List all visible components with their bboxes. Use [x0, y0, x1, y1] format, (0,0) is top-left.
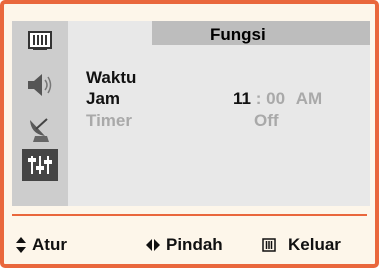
section-label-waktu: Waktu: [86, 68, 137, 87]
picture-icon: [28, 31, 52, 50]
timer-value[interactable]: Off: [254, 111, 279, 131]
satellite-dish-icon: [30, 118, 49, 142]
menu-icon: [262, 238, 276, 252]
timer-label[interactable]: Timer: [86, 111, 132, 131]
clock-value[interactable]: 11 : 00 AM: [233, 89, 322, 109]
footer-divider: [12, 214, 367, 216]
menu-panel: Fungsi Waktu Jam 11 : 00 AM Timer Off: [12, 21, 370, 206]
clock-label[interactable]: Jam: [86, 89, 120, 109]
clock-ampm[interactable]: AM: [296, 89, 322, 108]
clock-hour[interactable]: 11: [233, 89, 251, 108]
footer-exit-label: Keluar: [288, 235, 341, 254]
menu-title: Fungsi: [210, 25, 266, 44]
sliders-icon: [28, 156, 52, 174]
up-down-arrows-icon: [16, 237, 26, 253]
footer-move-label: Pindah: [166, 235, 223, 254]
footer-move: Pindah: [146, 235, 223, 255]
sidebar-item-picture[interactable]: [22, 25, 58, 57]
tv-osd-screen: Fungsi Waktu Jam 11 : 00 AM Timer Off At…: [0, 0, 379, 268]
speaker-icon: [28, 74, 52, 96]
footer-exit: Keluar: [262, 235, 341, 255]
footer-adjust: Atur: [16, 235, 67, 255]
clock-minute[interactable]: 00: [266, 89, 285, 108]
sidebar-item-function[interactable]: [22, 149, 58, 181]
footer-adjust-label: Atur: [32, 235, 67, 254]
left-right-arrows-icon: [146, 239, 160, 251]
sidebar-item-sound[interactable]: [22, 69, 58, 101]
sidebar: [12, 21, 68, 206]
sidebar-item-channel[interactable]: [22, 113, 58, 145]
clock-separator: :: [255, 89, 262, 108]
